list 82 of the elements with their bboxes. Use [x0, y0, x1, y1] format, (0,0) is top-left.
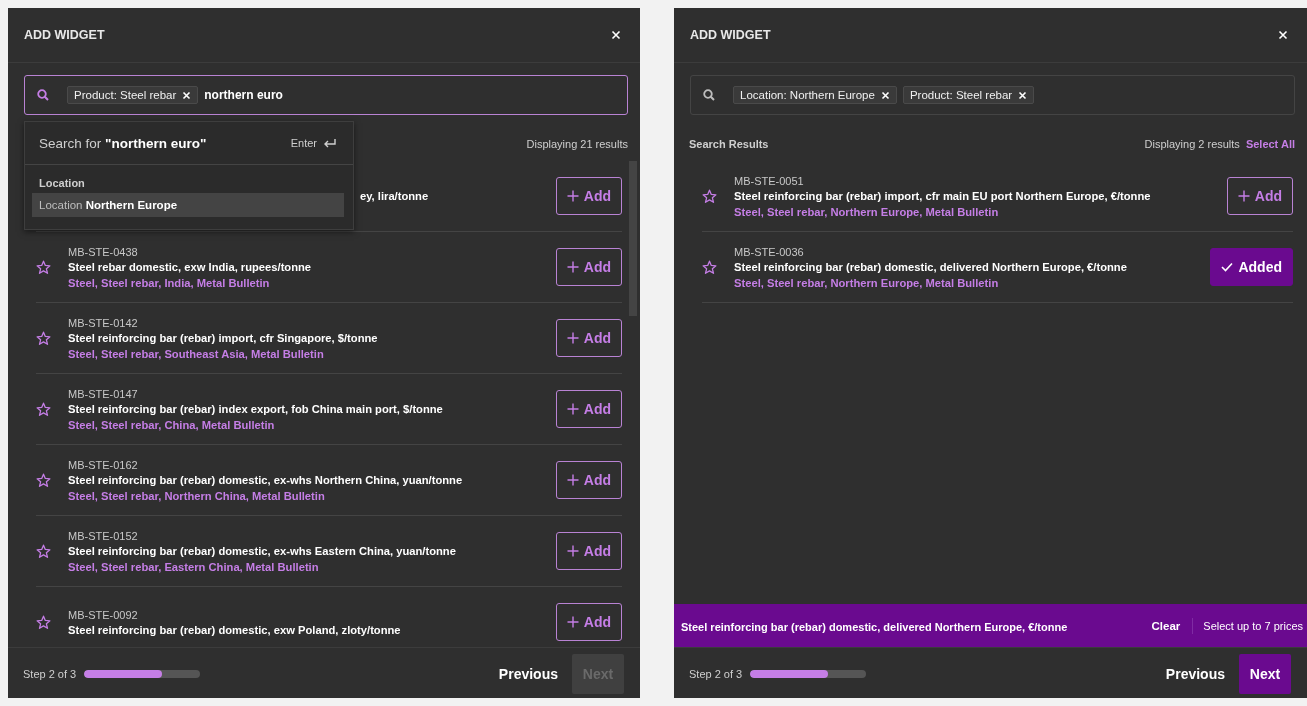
result-code: MB-STE-0092	[68, 608, 139, 621]
chip-label: Location: Northern Europe	[740, 89, 875, 101]
results-heading: Search Results	[689, 138, 769, 150]
star-icon	[36, 614, 51, 630]
result-code: MB-STE-0438	[68, 245, 139, 258]
result-title: Steel reinforcing bar (rebar) index export, fob China main port, $/tonne	[68, 402, 444, 415]
chip-label: Product: Steel rebar	[909, 89, 1013, 101]
dialog-title: ADD WIDGET	[24, 28, 105, 42]
result-code: MB-STE-0051	[734, 174, 805, 187]
suggestion-item[interactable]: Location Northern Europe	[32, 193, 344, 217]
previous-button[interactable]: Previous	[1151, 666, 1239, 682]
remove-icon[interactable]	[182, 90, 192, 100]
selected-price: Steel reinforcing bar (rebar) domestic, delivered Northern Europe, €/tonne	[681, 620, 1068, 633]
search-suggestion[interactable]: Search for "northern euro"	[39, 135, 207, 151]
plus-icon	[566, 190, 579, 202]
plus-icon	[566, 261, 579, 273]
result-tags: Steel, Steel rebar, Northern Europe, Metal Bulletin	[734, 276, 1211, 289]
star-icon	[36, 543, 51, 559]
search-input[interactable]: northern euro	[204, 88, 617, 102]
plus-icon	[1237, 190, 1250, 202]
result-tags: Steel, Steel rebar, Southeast Asia, Metal Bulletin	[68, 347, 556, 360]
add-button[interactable]: Add	[555, 177, 622, 215]
plus-icon	[566, 474, 579, 486]
add-button[interactable]: Add	[555, 390, 622, 428]
search-icon	[703, 89, 715, 101]
search-field[interactable]: Location: Northern Europe Product: Steel rebar	[690, 75, 1295, 115]
step-label: Step 2 of 3	[23, 668, 77, 680]
result-title: Steel reinforcing bar (rebar) import, cfr main EU port Northern Europe, €/tonne	[734, 189, 1152, 202]
result-tags: Steel, Steel rebar, Northern China, Metal Bulletin	[68, 489, 556, 502]
star-icon	[702, 259, 717, 275]
added-button[interactable]: Added	[1210, 248, 1293, 286]
star-icon	[36, 401, 51, 417]
select-all-link[interactable]: Select All	[1245, 138, 1295, 150]
result-tags: Steel, Steel rebar, Eastern China, Metal Bulletin	[68, 560, 556, 573]
results-count: Displaying 2 results	[1144, 138, 1240, 150]
step-label: Step 2 of 3	[689, 668, 743, 680]
chip-label: Product: Steel rebar	[74, 89, 177, 101]
search-icon	[37, 89, 49, 101]
plus-icon	[566, 403, 579, 415]
plus-icon	[566, 545, 579, 557]
result-code: MB-STE-0147	[68, 387, 139, 400]
result-title: Steel reinforcing bar (rebar) import, cfr Singapore, $/tonne	[68, 331, 379, 344]
result-title: Steel rebar domestic, exw India, rupees/tonne	[68, 260, 313, 273]
result-code: MB-STE-0142	[68, 316, 139, 329]
dialog-title: ADD WIDGET	[690, 28, 771, 42]
result-code: MB-STE-0152	[68, 529, 139, 542]
remove-icon[interactable]	[880, 90, 890, 100]
result-title: ey, lira/tonne	[360, 190, 430, 202]
previous-button[interactable]: Previous	[484, 666, 572, 682]
group-label: Location	[38, 176, 86, 191]
star-icon	[702, 188, 717, 204]
close-icon	[1278, 30, 1288, 40]
result-title: Steel reinforcing bar (rebar) domestic, delivered Northern Europe, €/tonne	[734, 260, 1128, 273]
results-count: Displaying 21 results	[526, 138, 628, 150]
result-tags: Steel, Steel rebar, Northern Europe, Metal Bulletin	[734, 205, 1227, 218]
next-button[interactable]: Next	[1239, 654, 1291, 694]
result-code: MB-STE-0036	[734, 245, 805, 258]
add-button[interactable]: Add	[1226, 177, 1293, 215]
plus-icon	[566, 332, 579, 344]
selection-limit: Select up to 7 prices	[1203, 619, 1303, 632]
star-icon	[36, 330, 51, 346]
star-icon	[36, 259, 51, 275]
result-title: Steel reinforcing bar (rebar) domestic, ex-whs Northern China, yuan/tonne	[68, 473, 464, 486]
result-tags: Steel, Steel rebar, China, Metal Bulletin	[68, 418, 556, 431]
star-icon	[36, 472, 51, 488]
result-title: Steel reinforcing bar (rebar) domestic, ex-whs Eastern China, yuan/tonne	[68, 544, 457, 557]
add-button[interactable]: Add	[555, 248, 622, 286]
result-title: Steel reinforcing bar (rebar) domestic, exw Poland, zloty/tonne	[68, 623, 402, 636]
add-button[interactable]: Add	[555, 532, 622, 570]
check-icon	[1221, 262, 1234, 272]
close-icon	[611, 30, 621, 40]
result-code: MB-STE-0162	[68, 458, 139, 471]
add-button[interactable]: Add	[555, 603, 622, 641]
result-tags: Steel, Steel rebar, India, Metal Bulletin	[68, 276, 556, 289]
search-field[interactable]: Product: Steel rebar northern euro	[24, 75, 628, 115]
add-button[interactable]: Add	[555, 461, 622, 499]
shortcut-hint: Enter	[290, 137, 317, 149]
remove-icon[interactable]	[1018, 90, 1028, 100]
enter-icon	[323, 137, 337, 149]
plus-icon	[566, 616, 579, 628]
add-button[interactable]: Add	[555, 319, 622, 357]
clear-button[interactable]: Clear	[1139, 617, 1194, 634]
